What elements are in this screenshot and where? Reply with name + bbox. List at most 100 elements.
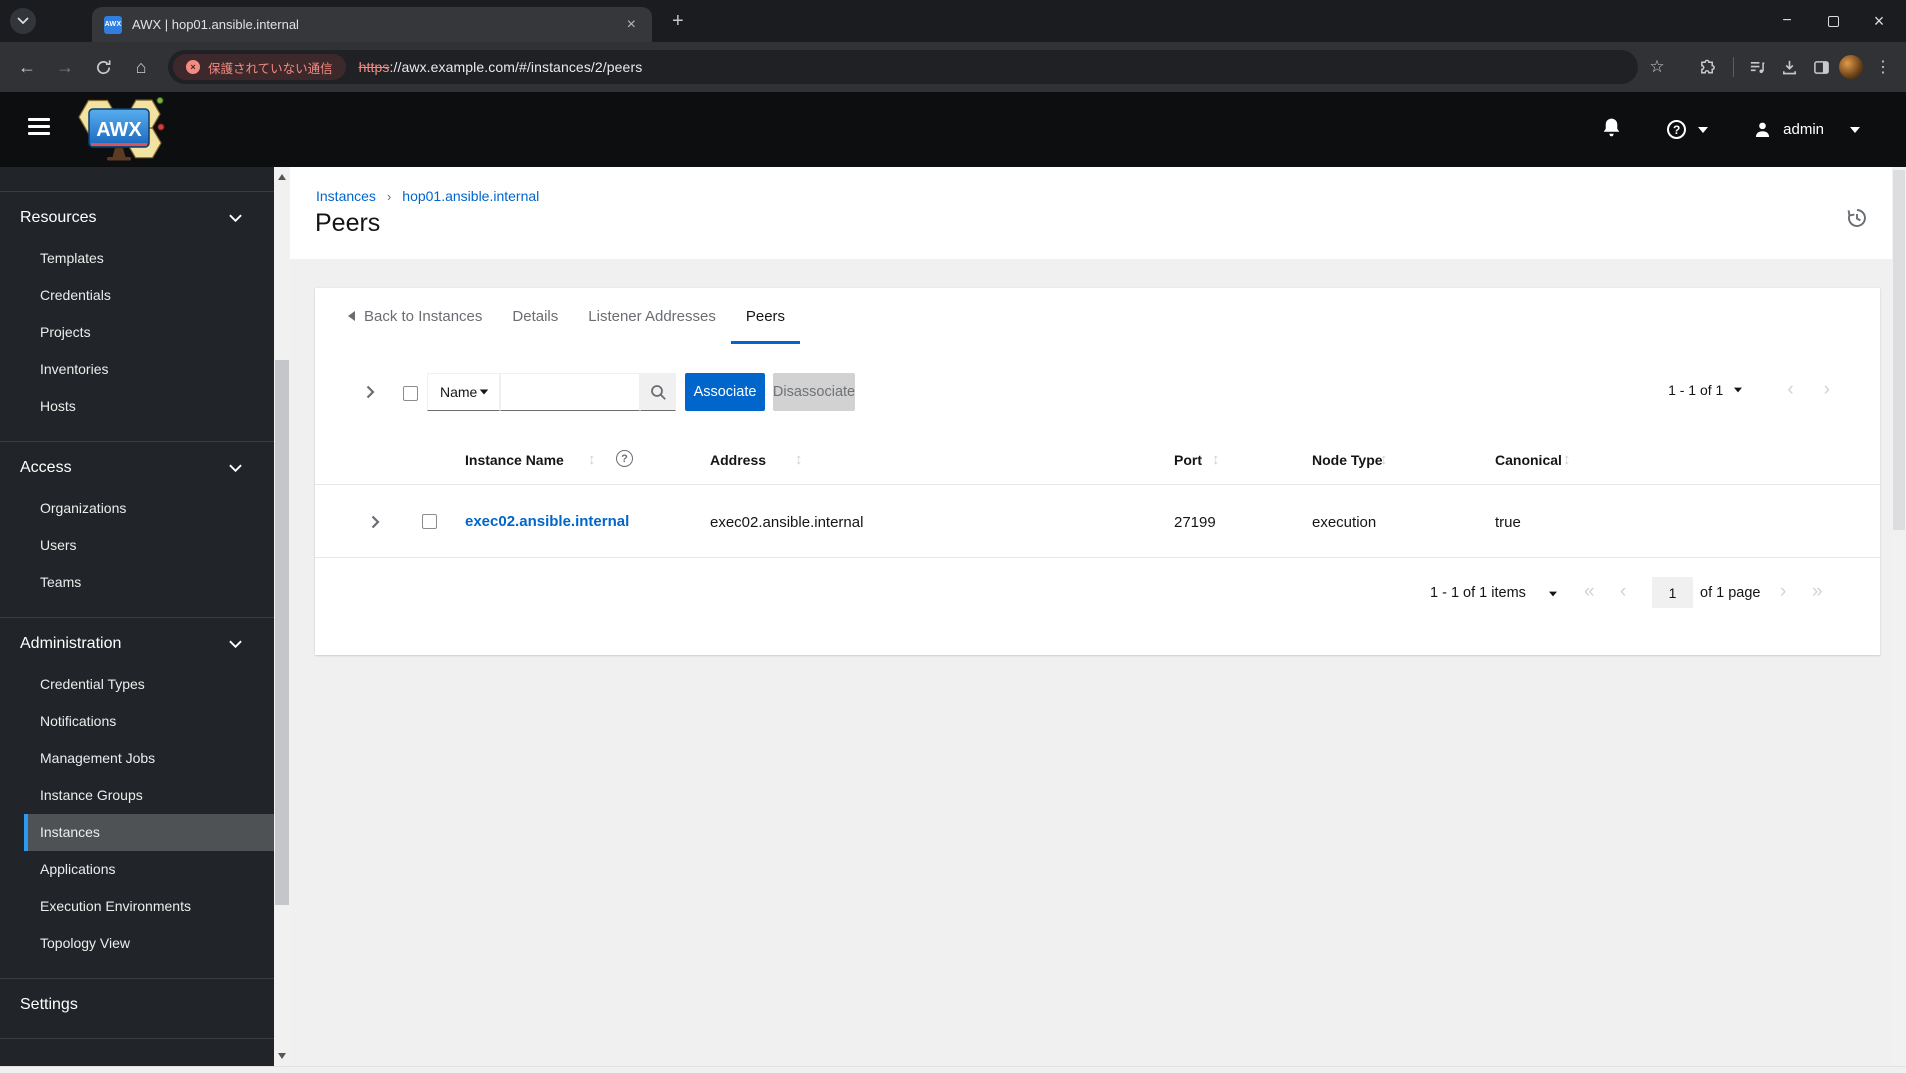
nav-toggle-hamburger-icon[interactable] xyxy=(28,118,52,139)
pagination-caret-icon[interactable] xyxy=(1734,387,1743,392)
sidebar-item-hosts[interactable]: Hosts xyxy=(0,388,274,425)
sidebar-item-credential-types[interactable]: Credential Types xyxy=(0,666,274,703)
filter-key-select[interactable]: Name xyxy=(427,373,500,411)
tab-listener-addresses[interactable]: Listener Addresses xyxy=(573,288,731,344)
awx-logo[interactable]: AWX xyxy=(70,96,176,168)
content-scrollbar[interactable] xyxy=(1892,167,1906,1066)
sort-icon[interactable]: ↕ xyxy=(795,451,803,468)
breadcrumb-host-link[interactable]: hop01.ansible.internal xyxy=(402,188,539,204)
bookmark-star-icon[interactable]: ☆ xyxy=(1642,42,1672,92)
browser-tab[interactable]: AWX AWX | hop01.ansible.internal × xyxy=(92,7,652,42)
extensions-puzzle-icon[interactable] xyxy=(1692,42,1722,92)
user-caret-icon xyxy=(1850,126,1860,133)
nav-group-administration-title[interactable]: Administration xyxy=(0,632,274,656)
help-menu[interactable]: ? xyxy=(1667,120,1709,139)
cell-port: 27199 xyxy=(1174,514,1216,531)
sidebar-item-organizations[interactable]: Organizations xyxy=(0,490,274,527)
instance-name-link[interactable]: exec02.ansible.internal xyxy=(465,513,629,530)
row-checkbox[interactable] xyxy=(422,514,437,529)
associate-button[interactable]: Associate xyxy=(685,373,765,411)
sidebar-spacer xyxy=(0,167,274,192)
search-submit-button[interactable] xyxy=(640,373,676,411)
notifications-bell-icon[interactable] xyxy=(1602,117,1621,143)
history-icon[interactable] xyxy=(1846,207,1868,234)
sidebar-item-management-jobs[interactable]: Management Jobs xyxy=(0,740,274,777)
nav-group-administration: Administration Credential Types Notifica… xyxy=(0,618,274,979)
download-icon[interactable] xyxy=(1774,42,1804,92)
browser-menu-icon[interactable]: ⋮ xyxy=(1868,42,1898,92)
question-circle-icon[interactable]: ? xyxy=(616,450,633,467)
sort-icon[interactable]: ↕ xyxy=(1212,451,1220,468)
search-input[interactable] xyxy=(500,373,640,411)
sidebar-item-topology-view[interactable]: Topology View xyxy=(0,925,274,962)
window-close-button[interactable]: × xyxy=(1858,0,1900,42)
sort-icon[interactable]: ↕ xyxy=(1380,451,1388,468)
pagination-caret-icon[interactable] xyxy=(1549,591,1557,597)
row-expand-chevron-icon[interactable] xyxy=(371,515,380,534)
scrollbar-thumb[interactable] xyxy=(1893,170,1905,530)
sidebar-item-templates[interactable]: Templates xyxy=(0,240,274,277)
user-menu[interactable]: admin xyxy=(1754,121,1860,138)
prev-page-icon[interactable]: ‹ xyxy=(1787,380,1793,399)
tab-peers[interactable]: Peers xyxy=(730,288,801,344)
scroll-up-arrow[interactable] xyxy=(278,174,286,180)
expand-all-chevron-icon[interactable] xyxy=(366,385,375,404)
tab-search-button[interactable] xyxy=(10,8,36,34)
pagination-summary[interactable]: 1 - 1 of 1 items xyxy=(1430,585,1526,601)
profile-avatar[interactable] xyxy=(1836,42,1866,92)
sidebar-item-settings[interactable]: Settings xyxy=(0,993,274,1017)
page-title: Peers xyxy=(315,209,381,237)
peers-card: Back to Instances Details Listener Addre… xyxy=(315,288,1880,655)
sort-icon[interactable]: ↕ xyxy=(588,451,596,468)
col-address[interactable]: Address xyxy=(710,452,766,468)
current-page-input[interactable]: 1 xyxy=(1652,577,1693,608)
sidebar-item-notifications[interactable]: Notifications xyxy=(0,703,274,740)
tab-close-icon[interactable]: × xyxy=(623,16,640,33)
sidebar-item-inventories[interactable]: Inventories xyxy=(0,351,274,388)
back-icon[interactable]: ← xyxy=(10,42,44,92)
last-page-icon[interactable]: » xyxy=(1812,582,1823,601)
sidebar-item-instance-groups[interactable]: Instance Groups xyxy=(0,777,274,814)
first-page-icon[interactable]: « xyxy=(1584,582,1595,601)
nav-group-access-title[interactable]: Access xyxy=(0,456,274,480)
app-layout: Resources Templates Credentials Projects… xyxy=(0,167,1906,1066)
col-instance-name[interactable]: Instance Name xyxy=(465,452,564,468)
window-maximize-button[interactable] xyxy=(1812,0,1854,42)
horizontal-scrollbar[interactable] xyxy=(0,1066,1906,1073)
sidebar-item-applications[interactable]: Applications xyxy=(0,851,274,888)
home-icon[interactable]: ⌂ xyxy=(124,42,158,92)
reload-icon[interactable] xyxy=(86,42,120,92)
next-page-icon[interactable]: › xyxy=(1824,380,1830,399)
sidebar-item-execution-environments[interactable]: Execution Environments xyxy=(0,888,274,925)
nav-group-resources-title[interactable]: Resources xyxy=(0,206,274,230)
sidebar-scrollbar[interactable] xyxy=(274,167,290,1066)
sidebar-item-teams[interactable]: Teams xyxy=(0,564,274,601)
prev-page-icon[interactable]: ‹ xyxy=(1620,582,1626,601)
address-bar[interactable]: × 保護されていない通信 https://awx.example.com/#/i… xyxy=(168,50,1638,84)
scroll-down-arrow[interactable] xyxy=(278,1053,286,1059)
sidebar-item-instances[interactable]: Instances xyxy=(24,814,274,851)
tab-details[interactable]: Details xyxy=(497,288,573,344)
forward-icon[interactable]: → xyxy=(48,42,82,92)
sidebar-item-credentials[interactable]: Credentials xyxy=(0,277,274,314)
window-minimize-button[interactable]: − xyxy=(1766,0,1808,42)
page-count-label: of 1 page xyxy=(1700,585,1761,601)
security-chip[interactable]: × 保護されていない通信 xyxy=(173,54,346,80)
select-all-checkbox[interactable] xyxy=(403,386,418,401)
side-panel-icon[interactable] xyxy=(1806,42,1836,92)
disassociate-button[interactable]: Disassociate xyxy=(773,373,855,411)
col-port[interactable]: Port xyxy=(1174,452,1202,468)
sort-icon[interactable]: ↕ xyxy=(1563,451,1571,468)
sidebar-item-projects[interactable]: Projects xyxy=(0,314,274,351)
col-node-type[interactable]: Node Type xyxy=(1312,452,1383,468)
col-canonical[interactable]: Canonical xyxy=(1495,452,1562,468)
scrollbar-thumb[interactable] xyxy=(275,360,289,905)
breadcrumb-instances-link[interactable]: Instances xyxy=(316,188,376,204)
sidebar-item-users[interactable]: Users xyxy=(0,527,274,564)
tab-back-to-instances[interactable]: Back to Instances xyxy=(333,288,497,344)
new-tab-button[interactable]: + xyxy=(672,9,684,33)
media-playlist-icon[interactable] xyxy=(1742,42,1772,92)
next-page-icon[interactable]: › xyxy=(1780,582,1786,601)
top-pagination-summary[interactable]: 1 - 1 of 1 xyxy=(1668,382,1723,398)
table-header: Instance Name ↕ ? Address ↕ Port ↕ Node … xyxy=(315,437,1880,485)
